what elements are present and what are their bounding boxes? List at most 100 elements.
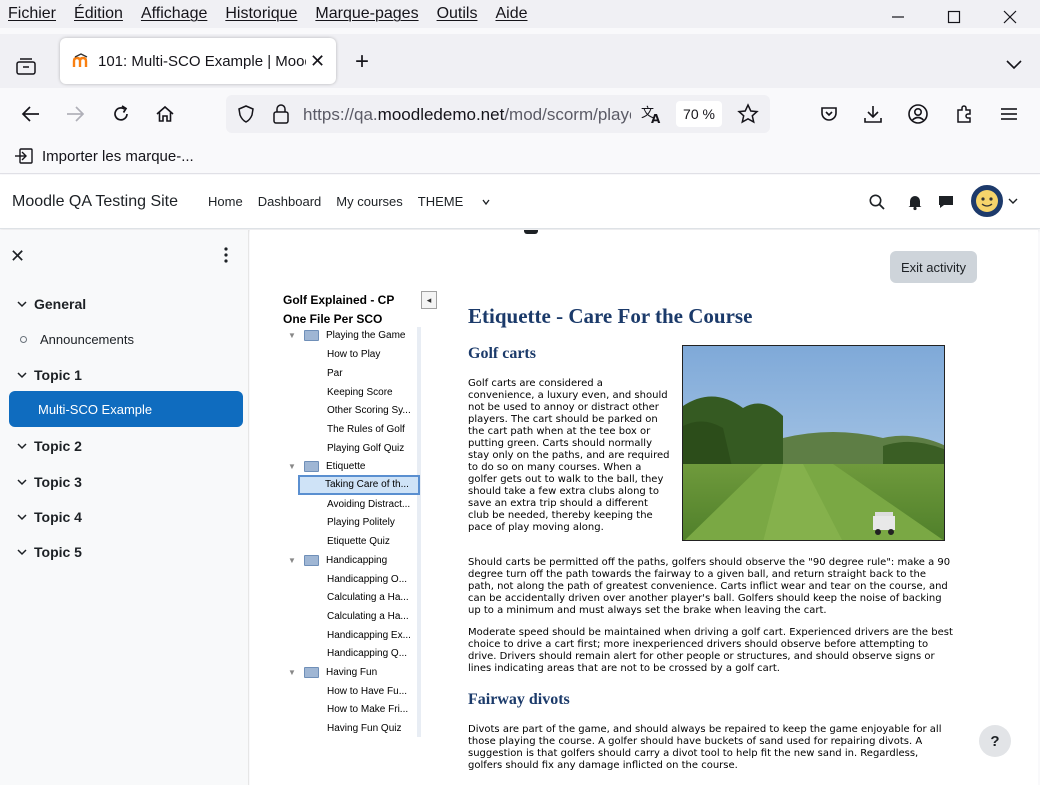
moodle-favicon-icon xyxy=(72,53,88,67)
site-name[interactable]: Moodle QA Testing Site xyxy=(12,193,178,211)
url-bar[interactable]: https://qa.moodledemo.net/mod/scorm/play… xyxy=(226,95,770,133)
toc-item[interactable]: Calculating a Ha... xyxy=(327,592,417,603)
toc-item-selected[interactable]: Taking Care of th... xyxy=(298,475,420,495)
toc-group-label: Etiquette xyxy=(326,461,366,472)
zoom-indicator[interactable]: 70 % xyxy=(676,101,722,127)
heading-golf-carts: Golf carts xyxy=(468,345,536,362)
toc-item[interactable]: Having Fun Quiz xyxy=(327,723,417,734)
close-window-button[interactable] xyxy=(982,0,1038,34)
maximize-icon xyxy=(947,10,961,24)
toc-item[interactable]: Par xyxy=(327,368,417,379)
arrow-left-icon xyxy=(21,106,39,122)
section-topic-2[interactable]: Topic 2 xyxy=(16,438,82,454)
star-bookmark-icon[interactable] xyxy=(737,103,759,125)
menu-aide[interactable]: Aide xyxy=(492,5,530,23)
toc-group-label: Having Fun xyxy=(326,667,378,678)
close-drawer-icon[interactable]: ✕ xyxy=(10,246,25,267)
toc-item[interactable]: How to Make Fri... xyxy=(327,704,417,715)
section-topic-3[interactable]: Topic 3 xyxy=(16,474,82,490)
chevron-down-icon xyxy=(17,443,27,450)
minimize-button[interactable] xyxy=(870,0,926,34)
toc-item[interactable]: Playing Golf Quiz xyxy=(327,443,417,454)
toc-group-playing-the-game[interactable]: ▼ Playing the Game xyxy=(288,330,406,341)
download-icon xyxy=(864,106,882,123)
toc-item[interactable]: Handicapping Ex... xyxy=(327,630,417,641)
toc-title: Golf Explained - CP One File Per SCO xyxy=(283,293,395,326)
section-topic-4[interactable]: Topic 4 xyxy=(16,509,82,525)
lock-icon[interactable] xyxy=(271,103,291,125)
bell-icon[interactable] xyxy=(906,193,924,211)
nav-theme-label: THEME xyxy=(417,194,464,209)
toc-item[interactable]: The Rules of Golf xyxy=(327,424,417,435)
new-tab-plus-icon[interactable]: + xyxy=(350,48,374,76)
account-button[interactable] xyxy=(904,100,932,128)
course-index-drawer: ✕ General Announcements Topic 1 Multi-SC… xyxy=(0,230,249,785)
toc-group-etiquette[interactable]: ▼ Etiquette xyxy=(288,461,365,472)
shield-icon[interactable] xyxy=(236,104,256,124)
url-text[interactable]: https://qa.moodledemo.net/mod/scorm/play… xyxy=(303,105,631,125)
downloads-button[interactable] xyxy=(859,100,887,128)
toc-item[interactable]: Calculating a Ha... xyxy=(327,611,417,622)
forward-button[interactable] xyxy=(61,100,89,128)
toc-item[interactable]: How to Play xyxy=(327,349,417,360)
menu-outils[interactable]: Outils xyxy=(434,5,481,23)
import-bookmarks-link[interactable]: Importer les marque-... xyxy=(14,147,194,165)
section-general[interactable]: General xyxy=(16,296,86,312)
firefox-view-button[interactable] xyxy=(10,52,42,80)
toc-scrollbar[interactable] xyxy=(417,327,421,737)
nav-my-courses[interactable]: My courses xyxy=(336,194,402,209)
minimize-icon xyxy=(892,16,904,18)
chevron-down-icon xyxy=(17,301,27,308)
toc-item[interactable]: Handicapping Q... xyxy=(327,648,417,659)
translate-icon[interactable]: 文A xyxy=(640,103,664,125)
pocket-button[interactable] xyxy=(815,100,843,128)
menu-affichage[interactable]: Affichage xyxy=(138,5,210,23)
extensions-button[interactable] xyxy=(950,100,978,128)
section-topic-1[interactable]: Topic 1 xyxy=(16,367,82,383)
toc-item[interactable]: How to Have Fu... xyxy=(327,686,417,697)
section-topic-5[interactable]: Topic 5 xyxy=(16,544,82,560)
tab-active[interactable]: 101: Multi-SCO Example | Moodle ✕ xyxy=(60,38,336,84)
messages-icon[interactable] xyxy=(937,193,955,211)
puzzle-icon xyxy=(957,105,971,123)
folder-icon xyxy=(304,461,319,472)
menu-historique[interactable]: Historique xyxy=(222,5,300,23)
paragraph-carts-3: Moderate speed should be maintained when… xyxy=(468,627,953,674)
moodle-navbar: Moodle QA Testing Site Home Dashboard My… xyxy=(0,175,1040,229)
exit-activity-button[interactable]: Exit activity xyxy=(890,251,977,283)
paragraph-carts-1: Golf carts are considered a convenience,… xyxy=(468,378,670,533)
chevron-down-icon xyxy=(17,372,27,379)
toc-item[interactable]: Handicapping O... xyxy=(327,574,417,585)
toc-item[interactable]: Other Scoring Sy... xyxy=(327,405,417,416)
toc-item[interactable]: Etiquette Quiz xyxy=(327,536,417,547)
toc-item[interactable]: Playing Politely xyxy=(327,517,417,528)
reload-button[interactable] xyxy=(107,100,135,128)
list-all-tabs-button[interactable] xyxy=(1002,52,1026,76)
back-button[interactable] xyxy=(17,100,45,128)
more-options-icon[interactable] xyxy=(219,246,233,264)
activity-announcements[interactable]: Announcements xyxy=(20,332,134,347)
toc-group-handicapping[interactable]: ▼ Handicapping xyxy=(288,555,387,566)
chevron-down-icon[interactable] xyxy=(1008,197,1018,205)
maximize-button[interactable] xyxy=(926,0,982,34)
menu-marque-pages[interactable]: Marque-pages xyxy=(312,5,421,23)
nav-theme[interactable]: THEME xyxy=(418,194,490,209)
home-button[interactable] xyxy=(151,100,179,128)
avatar[interactable] xyxy=(971,185,1003,217)
navigation-toolbar: https://qa.moodledemo.net/mod/scorm/play… xyxy=(0,88,1040,140)
menu-edition[interactable]: Édition xyxy=(71,5,126,23)
nav-home[interactable]: Home xyxy=(208,194,243,209)
import-icon xyxy=(15,148,33,164)
activity-multi-sco-example[interactable]: Multi-SCO Example xyxy=(9,391,243,427)
nav-dashboard[interactable]: Dashboard xyxy=(258,194,322,209)
toc-item[interactable]: Keeping Score xyxy=(327,387,417,398)
toc-collapse-button[interactable]: ◂ xyxy=(421,291,437,309)
url-prefix: https://qa. xyxy=(303,105,378,124)
toc-item[interactable]: Avoiding Distract... xyxy=(327,499,417,510)
app-menu-button[interactable] xyxy=(995,100,1023,128)
search-icon[interactable] xyxy=(868,193,886,211)
menu-fichier[interactable]: Fichier xyxy=(5,5,59,23)
help-button[interactable]: ? xyxy=(979,725,1011,757)
tab-close-icon[interactable]: ✕ xyxy=(310,51,325,72)
toc-group-having-fun[interactable]: ▼ Having Fun xyxy=(288,667,377,678)
